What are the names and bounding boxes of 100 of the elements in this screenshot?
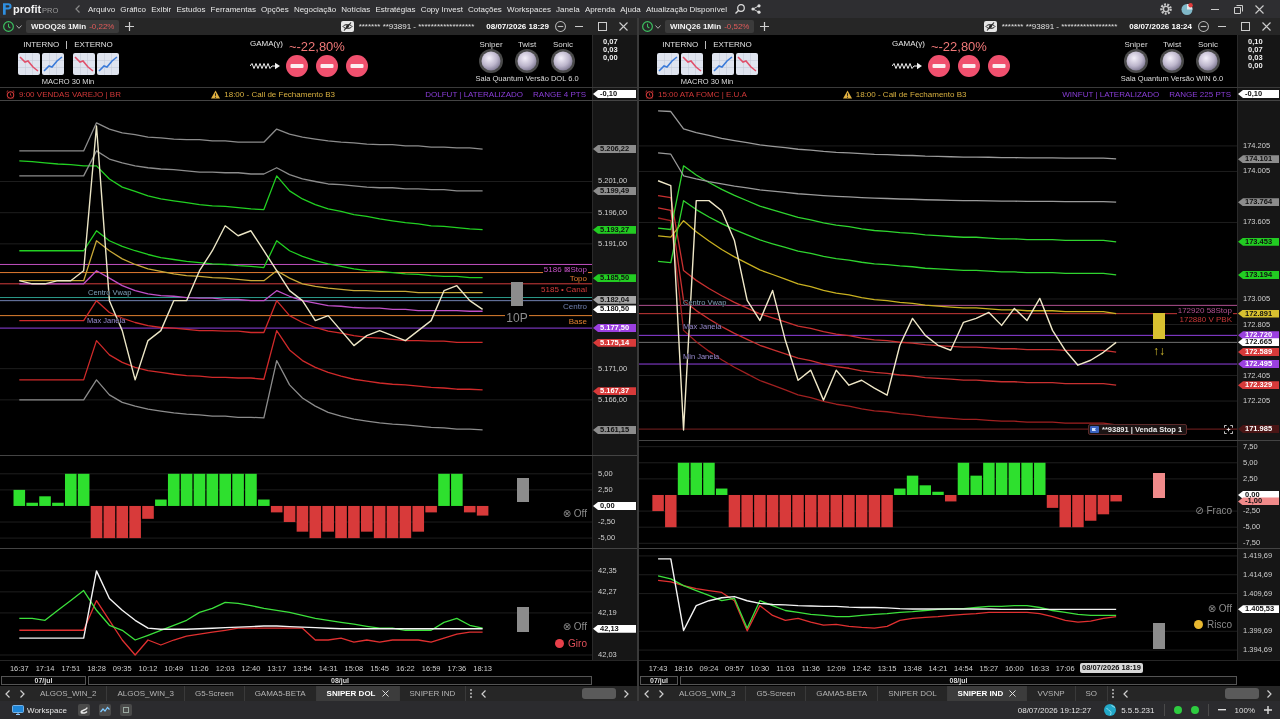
menu-item[interactable]: Workspaces [504,4,554,14]
falling-chart-icon [735,53,758,75]
range-text: RANGE 4 PTS [533,89,586,99]
menu-item[interactable]: Gráfico [117,4,149,14]
restore-icon[interactable] [1234,4,1243,14]
avatar-icon[interactable] [1181,3,1193,15]
zoom-in-icon[interactable] [1264,706,1272,714]
chevron-left-icon[interactable] [644,689,649,698]
menu-item[interactable]: Aprenda [582,4,618,14]
macro-header: INTERNO [23,40,60,49]
rising-chart-icon [41,53,64,75]
chevron-right-icon[interactable] [20,689,25,698]
minimize-icon[interactable] [1211,8,1219,10]
knob-icon[interactable] [1196,49,1220,73]
maximize-icon[interactable] [598,22,607,31]
caret-icon[interactable] [16,24,22,29]
clock-icon[interactable] [3,21,14,32]
chart-tab[interactable]: WDOQ26 1Min -0,22% [26,20,120,33]
market-status-text: WINFUT | LATERALIZADO [1062,89,1160,99]
knob-icon[interactable] [479,49,503,73]
warning-icon [842,89,852,99]
flag-icon [1090,426,1099,433]
event-text: 15:00 ATA FOMC | E.U.A [658,89,747,99]
chevron-left-icon[interactable] [75,5,81,13]
chevron-right-icon[interactable] [624,689,629,698]
menu-item[interactable]: Notícias [338,4,373,14]
menu-item[interactable]: Estratégias [372,4,419,14]
maximize-icon[interactable] [1241,22,1250,31]
chevron-left-icon[interactable] [5,689,10,698]
workspace-tab[interactable]: SNIPER DOL [316,686,400,701]
falling-chart-icon [72,53,95,75]
close-icon[interactable] [619,22,628,31]
search-icon[interactable] [734,4,745,14]
chart-tab[interactable]: WINQ26 1Min -0,52% [665,20,755,33]
knob-label: Sniper [1124,40,1148,49]
minus-circle-icon[interactable] [555,21,566,32]
eye-off-icon[interactable] [983,21,997,32]
menu-item[interactable]: Exibir [148,4,174,14]
menu-item[interactable]: Ferramentas [207,4,259,14]
chart-icon[interactable] [98,704,111,716]
close-icon[interactable] [1255,4,1264,14]
knob-icon[interactable] [551,49,575,73]
plus-icon[interactable] [125,22,135,31]
menu-item[interactable]: Ajuda [617,4,644,14]
eye-off-icon[interactable] [340,21,354,32]
gama-value: ~-22,80% [930,40,987,54]
more-icon[interactable] [470,689,473,698]
close-icon[interactable] [381,690,389,697]
menu-item[interactable]: Negociação [291,4,339,14]
datetime-text: 08/07/2026 18:29 [486,22,549,31]
minus-circle-icon[interactable] [1198,21,1209,32]
market-status-text: DOLFUT | LATERALIZADO [425,89,524,99]
menu-item[interactable]: Arquivo [85,4,118,14]
crosshair-icon[interactable] [1224,425,1233,434]
menu-item[interactable]: Opções [258,4,292,14]
account-text: ******* **93891 - ****************** [358,22,475,31]
menu-item[interactable]: Copy Invest [418,4,466,14]
menu-item[interactable]: Atualização Disponível [643,4,730,14]
menu-item[interactable]: Cotações [465,4,505,14]
knob-icon[interactable] [1124,49,1148,73]
menu-item[interactable]: Estudos [173,4,208,14]
minus-circle-icon [988,55,1010,77]
swirl-icon[interactable] [77,704,90,716]
minus-circle-icon [316,55,338,77]
clock-icon[interactable] [642,21,653,32]
scrollbar-thumb[interactable] [1225,688,1259,699]
warning-icon [211,89,221,99]
falling-chart-icon [17,53,40,75]
share-icon[interactable] [750,4,761,14]
logo-icon [3,3,12,15]
box-icon[interactable] [119,704,132,716]
knob-label: Sonic [553,40,573,49]
knob-label: Sniper [479,40,503,49]
chevron-left-icon[interactable] [481,689,487,698]
call-text: 18:00 - Call de Fechamento B3 [855,89,967,99]
falling-chart-icon [680,53,703,75]
settings-icon[interactable] [1160,3,1172,15]
chevron-right-icon[interactable] [1267,689,1272,698]
knob-icon[interactable] [1160,49,1184,73]
status-label: ⊗ Off [562,621,587,632]
signal-caption: 10P [505,312,529,325]
knob-label: Twist [517,40,537,49]
minus-circle-icon [286,55,308,77]
status-label: Risco [1207,619,1232,630]
scrollbar-thumb[interactable] [582,688,616,699]
range-text: RANGE 225 PTS [1169,89,1231,99]
close-icon[interactable] [1009,690,1017,697]
workspace-tab[interactable]: SNIPER IND [947,686,1028,701]
close-icon[interactable] [1262,22,1271,31]
menu-item[interactable]: Janela [553,4,583,14]
knob-icon[interactable] [515,49,539,73]
rising-chart-icon [711,53,734,75]
chevron-right-icon[interactable] [659,689,664,698]
rising-chart-icon [656,53,679,75]
workspace-button[interactable]: Workspace [10,702,69,718]
more-icon[interactable] [1112,689,1115,698]
plus-icon[interactable] [760,22,770,31]
caret-icon[interactable] [655,24,661,29]
macro-header: EXTERNO [713,40,752,49]
chevron-left-icon[interactable] [1123,689,1129,698]
